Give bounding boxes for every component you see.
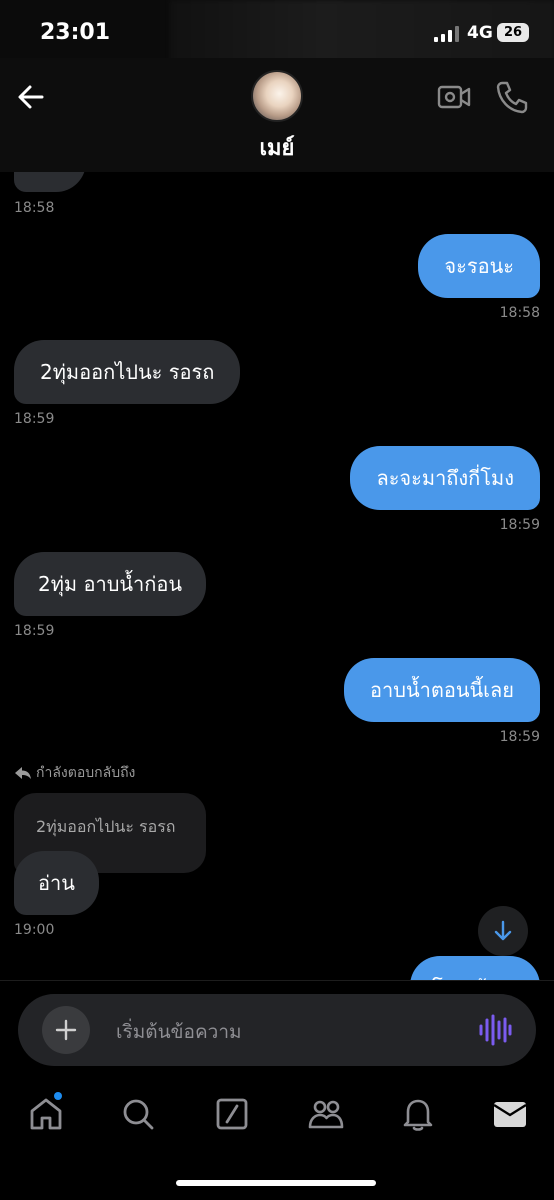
network-type: 4G: [467, 23, 493, 43]
tab-messages[interactable]: [490, 1094, 530, 1134]
video-call-icon[interactable]: [437, 82, 471, 112]
back-arrow-icon[interactable]: [14, 80, 48, 114]
chat-header: เมย์: [0, 58, 554, 172]
bell-icon: [403, 1099, 433, 1131]
arrow-down-icon: [494, 920, 512, 941]
message-bubble-incoming[interactable]: อ่าน: [14, 851, 99, 915]
tab-search[interactable]: [118, 1094, 158, 1134]
tab-home[interactable]: [26, 1094, 66, 1134]
composer-bar: เริ่มต้นข้อความ: [0, 980, 554, 1066]
message-bubble-outgoing[interactable]: จะรอนะ: [418, 234, 540, 298]
message-timestamp: 18:59: [14, 623, 55, 639]
reply-arrow-icon: [15, 767, 31, 779]
message-timestamp: 18:59: [499, 729, 540, 745]
message-timestamp: 18:58: [499, 305, 540, 321]
add-attachment-button[interactable]: [42, 1006, 90, 1054]
battery-icon: 26: [497, 23, 529, 42]
voice-message-icon[interactable]: [478, 1012, 512, 1048]
message-bubble-outgoing[interactable]: โอเคจ้ะ: [410, 956, 540, 980]
message-bubble-outgoing[interactable]: อาบน้ำตอนนี้เลย: [344, 658, 540, 722]
bottom-tab-bar: [0, 1080, 554, 1200]
reply-label: กำลังตอบกลับถึง: [36, 765, 136, 781]
phone-call-icon[interactable]: [496, 80, 528, 114]
tab-communities[interactable]: [306, 1094, 346, 1134]
message-timestamp: 18:59: [499, 517, 540, 533]
message-bubble-incoming[interactable]: [14, 172, 86, 192]
message-list[interactable]: 18:58 จะรอนะ 18:58 2ทุ่มออกไปนะ รอรถ 18:…: [0, 172, 554, 980]
compose-icon: [216, 1098, 248, 1130]
message-input[interactable]: เริ่มต้นข้อความ: [18, 994, 536, 1066]
contact-name[interactable]: เมย์: [0, 130, 554, 165]
message-timestamp: 18:58: [14, 200, 55, 216]
mail-icon: [493, 1102, 527, 1127]
signal-icon: [434, 26, 459, 42]
tab-notifications[interactable]: [398, 1094, 438, 1134]
notification-dot: [54, 1092, 62, 1100]
tab-compose[interactable]: [212, 1094, 252, 1134]
status-time: 23:01: [40, 20, 111, 45]
message-bubble-outgoing[interactable]: ละจะมาถึงกี่โมง: [350, 446, 540, 510]
home-icon: [30, 1098, 62, 1130]
scroll-to-bottom-button[interactable]: [478, 906, 528, 956]
communities-icon: [308, 1100, 344, 1129]
search-icon: [123, 1099, 154, 1130]
message-input-placeholder: เริ่มต้นข้อความ: [116, 1021, 242, 1043]
message-bubble-incoming[interactable]: 2ทุ่มออกไปนะ รอรถ: [14, 340, 241, 404]
message-timestamp: 19:00: [14, 922, 55, 938]
message-bubble-incoming[interactable]: 2ทุ่ม อาบน้ำก่อน: [14, 552, 207, 616]
home-indicator: [176, 1180, 376, 1186]
plus-icon: [55, 1019, 77, 1041]
reply-indicator: กำลังตอบกลับถึง: [14, 762, 135, 784]
message-timestamp: 18:59: [14, 411, 55, 427]
avatar[interactable]: [251, 70, 303, 122]
